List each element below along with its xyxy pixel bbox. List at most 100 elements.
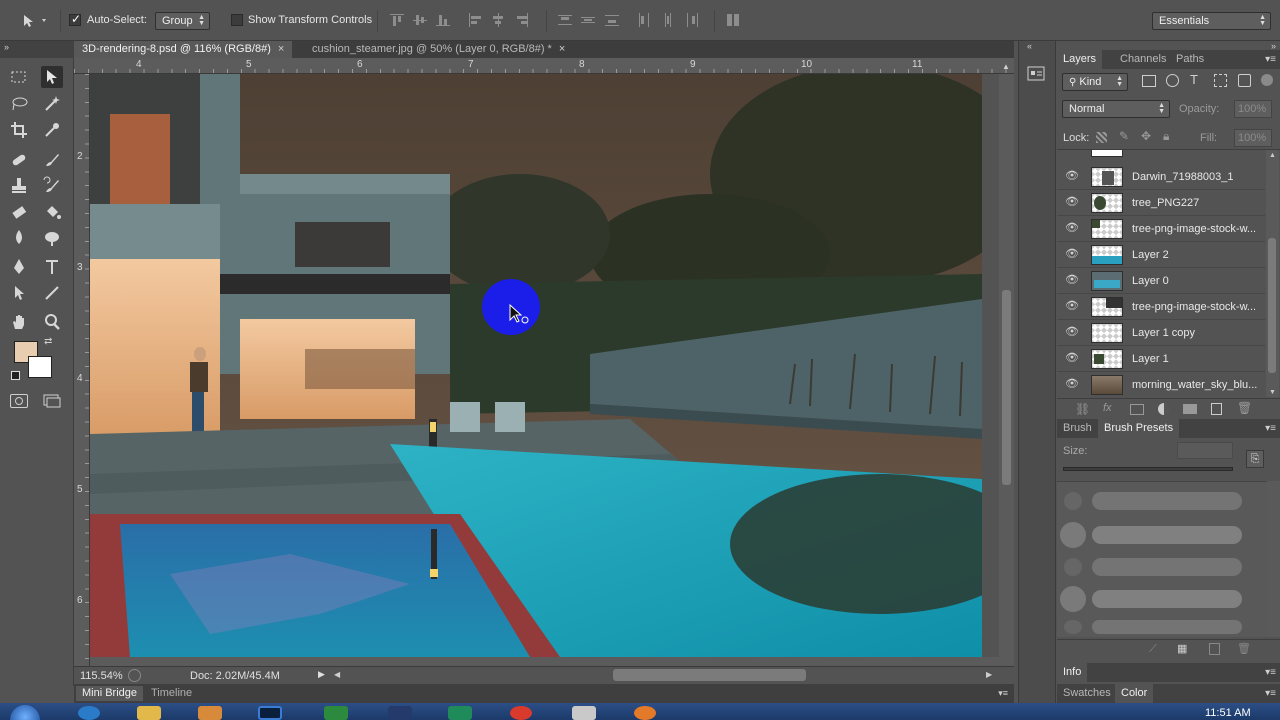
lasso-tool-icon[interactable] bbox=[8, 93, 30, 115]
path-selection-icon[interactable] bbox=[8, 282, 30, 304]
new-adjustment-layer-icon[interactable] bbox=[1158, 403, 1170, 415]
background-color-swatch[interactable] bbox=[28, 356, 52, 378]
properties-panel-icon[interactable] bbox=[1026, 65, 1046, 83]
chrome-icon[interactable] bbox=[510, 706, 532, 720]
line-tool-icon[interactable] bbox=[41, 282, 63, 304]
layer-row[interactable]: 👁︎ tree-png-image-stock-w... bbox=[1057, 294, 1265, 320]
clone-stamp-icon[interactable] bbox=[8, 175, 30, 197]
filter-toggle-icon[interactable] bbox=[1261, 74, 1273, 86]
paint-bucket-icon[interactable] bbox=[41, 201, 63, 223]
layer-filter-dropdown[interactable]: ⚲ Kind ▲ ▼ bbox=[1062, 73, 1128, 91]
delete-brush-icon[interactable]: 🗑︎ bbox=[1237, 642, 1251, 655]
zoom-level[interactable]: 115.54% bbox=[80, 670, 123, 682]
firefox-icon[interactable] bbox=[634, 706, 656, 720]
layer-row[interactable]: 👁︎ tree_PNG227 bbox=[1057, 190, 1265, 216]
align-horizontal-centers-icon[interactable] bbox=[491, 13, 505, 27]
filter-shape-icon[interactable] bbox=[1214, 74, 1227, 87]
lock-pixels-icon[interactable]: ✎ bbox=[1119, 129, 1129, 143]
visibility-eye-icon[interactable]: 👁︎ bbox=[1065, 379, 1079, 390]
proof-setup-icon[interactable] bbox=[128, 669, 141, 682]
history-brush-icon[interactable] bbox=[41, 175, 63, 197]
type-tool-icon[interactable] bbox=[41, 256, 63, 278]
visibility-eye-icon[interactable]: 👁︎ bbox=[1065, 353, 1079, 364]
brush-preset-tip[interactable] bbox=[1060, 586, 1086, 612]
screen-mode-icon[interactable] bbox=[43, 394, 61, 408]
tab-brush[interactable]: Brush bbox=[1057, 419, 1098, 438]
layer-row[interactable]: 👁︎ Layer 0 bbox=[1057, 268, 1265, 294]
fill-input[interactable]: 100% bbox=[1234, 129, 1272, 147]
new-layer-icon[interactable] bbox=[1211, 403, 1222, 415]
document-tab-inactive[interactable]: cushion_steamer.jpg @ 50% (Layer 0, RGB/… bbox=[304, 41, 573, 58]
app-icon-teal[interactable] bbox=[448, 706, 472, 720]
collapse-icon[interactable]: « bbox=[1027, 41, 1032, 51]
tab-paths[interactable]: Paths bbox=[1170, 50, 1210, 69]
layer-style-icon[interactable]: fx bbox=[1103, 402, 1112, 414]
align-left-edges-icon[interactable] bbox=[468, 13, 482, 27]
lock-position-icon[interactable]: ✥ bbox=[1141, 129, 1151, 143]
horizontal-scroll-thumb[interactable] bbox=[613, 669, 806, 681]
file-explorer-icon[interactable] bbox=[137, 706, 161, 720]
brush-preset-stroke[interactable] bbox=[1092, 492, 1242, 510]
media-player-icon[interactable] bbox=[198, 706, 222, 720]
align-bottom-edges-icon[interactable] bbox=[436, 13, 450, 27]
brush-tool-link-icon[interactable]: ⟋ bbox=[1149, 643, 1157, 656]
app-icon-green[interactable] bbox=[324, 706, 348, 720]
tab-swatches[interactable]: Swatches bbox=[1057, 684, 1117, 703]
layer-row[interactable]: 👁︎ morning_water_sky_blu... bbox=[1057, 372, 1265, 397]
distribute-vertical-centers-icon[interactable] bbox=[581, 13, 595, 27]
scroll-up-icon[interactable]: ▲ bbox=[1002, 62, 1010, 71]
align-top-edges-icon[interactable] bbox=[390, 13, 404, 27]
dodge-tool-icon[interactable] bbox=[41, 227, 63, 249]
brush-list-scrollbar[interactable] bbox=[1267, 481, 1280, 637]
align-right-edges-icon[interactable] bbox=[515, 13, 529, 27]
auto-select-target-dropdown[interactable]: Group ▲ ▼ bbox=[155, 12, 210, 30]
panel-menu-icon[interactable]: ▾≡ bbox=[1265, 688, 1276, 699]
document-canvas[interactable] bbox=[90, 74, 982, 657]
visibility-eye-icon[interactable]: 👁︎ bbox=[1065, 301, 1079, 312]
tool-preset-picker[interactable] bbox=[18, 12, 54, 30]
layers-scrollbar[interactable]: ▲ ▼ bbox=[1266, 150, 1279, 397]
auto-select-checkbox[interactable] bbox=[69, 12, 81, 26]
panel-menu-icon[interactable]: ▾≡ bbox=[998, 688, 1008, 699]
magic-wand-icon[interactable] bbox=[41, 93, 63, 115]
blend-mode-dropdown[interactable]: Normal ▲ ▼ bbox=[1062, 100, 1170, 118]
default-colors-icon[interactable] bbox=[11, 371, 20, 380]
distribute-right-icon[interactable] bbox=[685, 13, 699, 27]
scroll-right-icon[interactable]: ▶ bbox=[986, 670, 992, 679]
blur-tool-icon[interactable] bbox=[8, 227, 30, 249]
app-icon-dark[interactable] bbox=[388, 706, 412, 720]
brush-preset-stroke[interactable] bbox=[1092, 558, 1242, 576]
transform-controls-checkbox[interactable] bbox=[231, 14, 243, 26]
vertical-scroll-thumb[interactable] bbox=[1002, 290, 1011, 485]
align-vertical-centers-icon[interactable] bbox=[413, 13, 427, 27]
brush-size-slider[interactable] bbox=[1063, 467, 1233, 471]
quick-mask-icon[interactable] bbox=[10, 394, 28, 408]
tab-timeline[interactable]: Timeline bbox=[145, 686, 198, 701]
link-layers-icon[interactable]: ⛓︎ bbox=[1075, 402, 1090, 416]
delete-layer-icon[interactable]: 🗑︎ bbox=[1237, 401, 1252, 415]
distribute-left-icon[interactable] bbox=[637, 13, 651, 27]
layer-row[interactable]: 👁︎ Layer 2 bbox=[1057, 242, 1265, 268]
brush-preset-tip[interactable] bbox=[1064, 558, 1082, 576]
collapse-toolbox-icon[interactable]: » bbox=[4, 42, 9, 52]
distribute-bottom-icon[interactable] bbox=[605, 13, 619, 27]
zoom-tool-icon[interactable] bbox=[41, 311, 63, 333]
hand-tool-icon[interactable] bbox=[8, 311, 30, 333]
workspace-switcher[interactable]: Essentials ▲ ▼ bbox=[1152, 12, 1271, 30]
lock-all-icon[interactable]: 🔒︎ bbox=[1163, 129, 1169, 144]
internet-explorer-icon[interactable] bbox=[78, 706, 100, 720]
brush-preset-tip[interactable] bbox=[1060, 522, 1086, 548]
brush-preset-tip[interactable] bbox=[1064, 492, 1082, 510]
tab-channels[interactable]: Channels bbox=[1114, 50, 1172, 69]
add-mask-icon[interactable] bbox=[1130, 404, 1144, 415]
filter-adjustment-icon[interactable] bbox=[1166, 74, 1179, 87]
brush-size-input[interactable] bbox=[1177, 442, 1233, 459]
healing-brush-icon[interactable] bbox=[8, 149, 30, 171]
tab-layers[interactable]: Layers bbox=[1057, 50, 1103, 69]
app-icon-light[interactable] bbox=[572, 706, 596, 720]
scroll-left-icon[interactable]: ◀ bbox=[334, 670, 340, 679]
new-group-icon[interactable] bbox=[1183, 404, 1197, 414]
panel-menu-icon[interactable]: ▾≡ bbox=[1265, 667, 1276, 678]
scroll-down-icon[interactable]: ▼ bbox=[1269, 389, 1276, 396]
swap-colors-icon[interactable]: ⇄ bbox=[44, 336, 52, 347]
